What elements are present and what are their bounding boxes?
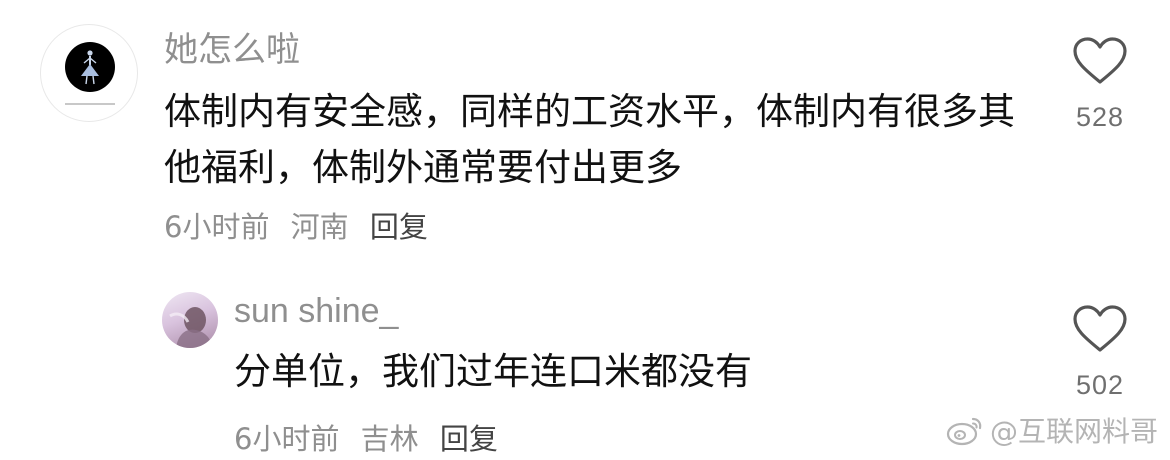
like-count: 528 (1075, 102, 1125, 132)
like-button[interactable]: 528 (1060, 36, 1140, 133)
comment-time: 6小时前 (164, 210, 270, 244)
comment-text: 体制内有安全感，同样的工资水平，体制内有很多其他福利，体制外通常要付出更多 (164, 90, 1015, 189)
like-button[interactable]: 502 (1060, 304, 1140, 401)
comment-text: 分单位，我们过年连口米都没有 (234, 350, 752, 393)
comment-meta: 6小时前 河南 回复 (164, 204, 440, 246)
comment-meta: 6小时前 吉林 回复 (234, 416, 510, 458)
comment-location: 吉林 (360, 422, 419, 456)
watermark-text: @互联网料哥 (989, 415, 1158, 448)
comment-time: 6小时前 (234, 422, 340, 456)
reply-button[interactable]: 回复 (370, 210, 428, 244)
comment-username[interactable]: sun shine_ (234, 292, 398, 331)
person-photo-avatar-icon (169, 307, 212, 348)
like-count: 502 (1075, 370, 1125, 400)
heart-icon (1073, 305, 1127, 352)
avatar[interactable] (40, 24, 138, 122)
reply-button[interactable]: 回复 (440, 422, 498, 456)
comment-item-main: 她怎么啦 体制内有安全感，同样的工资水平，体制内有很多其他福利，体制外通常要付出… (0, 0, 1170, 260)
watermark: @互联网料哥 (946, 410, 1158, 450)
ballerina-silhouette-avatar-icon (65, 42, 115, 105)
comment-location: 河南 (290, 210, 349, 244)
weibo-logo-icon (946, 417, 982, 446)
avatar[interactable] (162, 292, 218, 348)
heart-icon (1073, 37, 1127, 84)
comment-username[interactable]: 她怎么啦 (164, 22, 300, 71)
